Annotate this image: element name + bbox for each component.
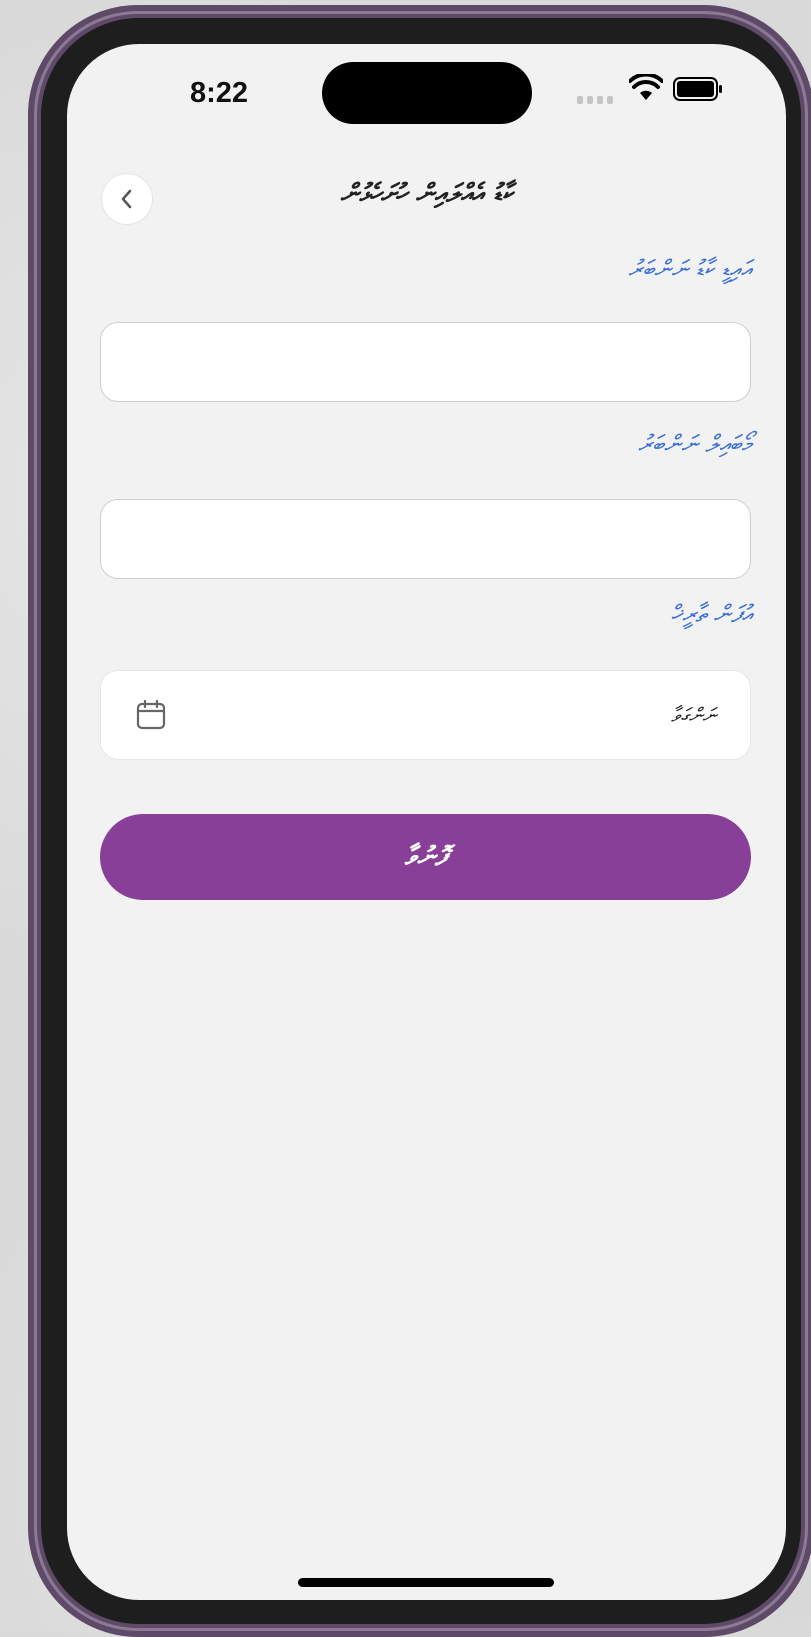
battery-full-icon	[673, 77, 722, 101]
dob-label: އުފަން ތާރީޚް	[670, 600, 752, 628]
dob-picker[interactable]: ނަންގަވާ	[100, 670, 751, 760]
dynamic-island	[322, 62, 532, 124]
status-time: 8:22	[189, 77, 249, 109]
mobile-input[interactable]	[100, 499, 751, 579]
home-indicator[interactable]	[298, 1578, 554, 1587]
id-card-label: އައިޑީ ކާޑު ނަންބަރު	[628, 255, 752, 283]
mobile-label: މޯބައިލް ނަންބަރު	[637, 430, 752, 458]
cellular-signal-icon	[577, 96, 617, 106]
page-title: ކާޑު އެއްލައިން ހުށަހެޅުން	[340, 179, 513, 209]
chevron-left-icon	[121, 189, 132, 209]
submit-label: ފޮނުވާ	[404, 841, 447, 872]
id-card-input[interactable]	[100, 322, 751, 402]
wifi-icon	[629, 74, 663, 100]
back-button[interactable]	[102, 174, 152, 224]
dob-placeholder: ނަންގަވާ	[671, 703, 716, 727]
app-screen: 8:22 ކާޑު އެއްލައިން ހުށަހެޅުން އައިޑީ ކ…	[67, 44, 786, 1600]
calendar-icon	[136, 699, 166, 730]
submit-button[interactable]: ފޮނުވާ	[100, 814, 751, 900]
